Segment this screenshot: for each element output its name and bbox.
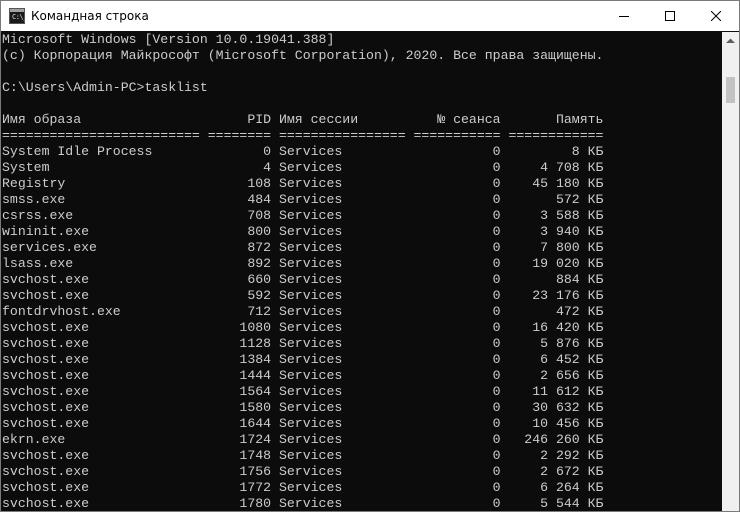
close-button[interactable] bbox=[693, 1, 739, 31]
scroll-up-arrow-icon bbox=[726, 38, 735, 43]
tasklist-row: svchost.exe 1772 Services 0 6 264 КБ bbox=[2, 480, 604, 495]
tasklist-row: svchost.exe 1756 Services 0 2 672 КБ bbox=[2, 464, 604, 479]
tasklist-row: ekrn.exe 1724 Services 0 246 260 КБ bbox=[2, 432, 604, 447]
tasklist-row: wininit.exe 800 Services 0 3 940 КБ bbox=[2, 224, 604, 239]
console-prompt: C:\Users\Admin-PC> bbox=[2, 80, 145, 95]
tasklist-row: System Idle Process 0 Services 0 8 КБ bbox=[2, 144, 604, 159]
minimize-icon bbox=[619, 16, 629, 17]
tasklist-row: lsass.exe 892 Services 0 19 020 КБ bbox=[2, 256, 604, 271]
tasklist-row: svchost.exe 1384 Services 0 6 452 КБ bbox=[2, 352, 604, 367]
tasklist-separator: ========================= ======== =====… bbox=[2, 128, 604, 143]
tasklist-row: smss.exe 484 Services 0 572 КБ bbox=[2, 192, 604, 207]
tasklist-row: csrss.exe 708 Services 0 3 588 КБ bbox=[2, 208, 604, 223]
close-icon bbox=[711, 11, 721, 21]
tasklist-row: Registry 108 Services 0 45 180 КБ bbox=[2, 176, 604, 191]
console-output[interactable]: Microsoft Windows [Version 10.0.19041.38… bbox=[1, 32, 722, 511]
tasklist-row: svchost.exe 1564 Services 0 11 612 КБ bbox=[2, 384, 604, 399]
tasklist-row: svchost.exe 592 Services 0 23 176 КБ bbox=[2, 288, 604, 303]
tasklist-row: System 4 Services 0 4 708 КБ bbox=[2, 160, 604, 175]
scroll-up-button[interactable] bbox=[722, 32, 739, 49]
maximize-icon bbox=[665, 11, 675, 21]
tasklist-row: fontdrvhost.exe 712 Services 0 472 КБ bbox=[2, 304, 604, 319]
console-banner-copyright: (c) Корпорация Майкрософт (Microsoft Cor… bbox=[2, 48, 604, 63]
tasklist-row: services.exe 872 Services 0 7 800 КБ bbox=[2, 240, 604, 255]
tasklist-row: svchost.exe 1128 Services 0 5 876 КБ bbox=[2, 336, 604, 351]
tasklist-row: svchost.exe 1580 Services 0 30 632 КБ bbox=[2, 400, 604, 415]
console-command-line: C:\Users\Admin-PC>tasklist bbox=[2, 80, 722, 96]
tasklist-header: Имя образа PID Имя сессии № сеанса Памят… bbox=[2, 112, 604, 127]
cmd-icon[interactable]: C:\_ bbox=[9, 8, 27, 24]
maximize-button[interactable] bbox=[647, 1, 693, 31]
title-bar[interactable]: C:\_ Командная строка bbox=[1, 1, 739, 31]
cmd-window: C:\_ Командная строка Microsoft Windows … bbox=[0, 0, 740, 512]
tasklist-row: svchost.exe 660 Services 0 884 КБ bbox=[2, 272, 604, 287]
minimize-button[interactable] bbox=[601, 1, 647, 31]
tasklist-row: svchost.exe 1644 Services 0 10 456 КБ bbox=[2, 416, 604, 431]
scroll-thumb[interactable] bbox=[726, 77, 735, 103]
window-title: Командная строка bbox=[31, 9, 149, 23]
vertical-scrollbar[interactable] bbox=[722, 32, 739, 511]
tasklist-row: svchost.exe 1080 Services 0 16 420 КБ bbox=[2, 320, 604, 335]
console-command: tasklist bbox=[144, 80, 208, 95]
tasklist-row: svchost.exe 1444 Services 0 2 656 КБ bbox=[2, 368, 604, 383]
cmd-icon-text: C:\_ bbox=[12, 13, 27, 21]
tasklist-row: svchost.exe 1748 Services 0 2 292 КБ bbox=[2, 448, 604, 463]
console-banner-version: Microsoft Windows [Version 10.0.19041.38… bbox=[2, 32, 335, 47]
tasklist-row: svchost.exe 1780 Services 0 5 544 КБ bbox=[2, 496, 604, 511]
